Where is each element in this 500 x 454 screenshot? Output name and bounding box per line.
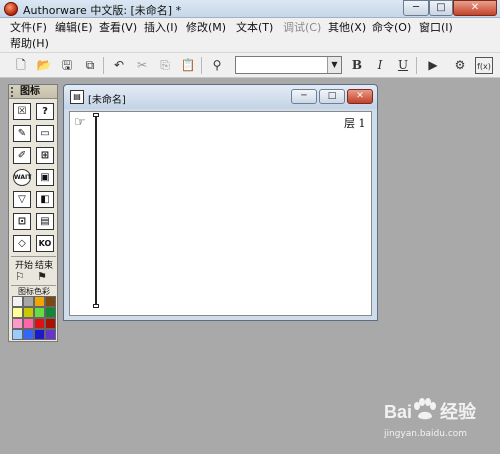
digital-movie-icon[interactable]: ⊡: [13, 213, 31, 230]
maximize-button[interactable]: □: [429, 0, 453, 16]
icon-color-swatch[interactable]: [23, 329, 34, 340]
paste-icon[interactable]: 📋: [179, 57, 197, 74]
icon-palette-title: 图标: [20, 86, 40, 97]
icon-color-swatch[interactable]: [12, 307, 23, 318]
new-file-icon[interactable]: 🗋: [12, 57, 30, 74]
menu-help[interactable]: 帮助(H): [10, 36, 49, 52]
window-title: Authorware 中文版: [未命名] *: [23, 4, 182, 17]
copy-icon[interactable]: ⎘: [156, 57, 174, 74]
menu-bar: 文件(F) 编辑(E) 查看(V) 插入(I) 修改(M) 文本(T) 调试(C…: [0, 18, 500, 53]
icon-color-swatch[interactable]: [23, 318, 34, 329]
italic-button[interactable]: I: [371, 57, 389, 74]
icon-color-swatch[interactable]: [23, 307, 34, 318]
erase-icon[interactable]: ✎: [13, 125, 31, 142]
framework-icon[interactable]: ⊞: [36, 147, 54, 164]
menu-edit[interactable]: 编辑(E): [55, 20, 93, 36]
flowline-canvas[interactable]: ☞ 层 1: [69, 111, 372, 316]
import-icon[interactable]: ⧉: [81, 57, 99, 74]
doc-minimize-button[interactable]: ─: [291, 89, 317, 104]
icon-color-swatch[interactable]: [34, 296, 45, 307]
icon-color-swatch[interactable]: [34, 329, 45, 340]
doc-maximize-button[interactable]: □: [319, 89, 345, 104]
find-icon[interactable]: ⚲: [208, 57, 226, 74]
icon-color-swatch[interactable]: [12, 329, 23, 340]
flowline-window-titlebar[interactable]: ▤ [未命名] ─ □ ✕: [64, 85, 377, 109]
close-button[interactable]: ✕: [453, 0, 497, 16]
app-title-bar[interactable]: Authorware 中文版: [未命名] * ─ □ ✕: [0, 0, 500, 18]
icon-color-swatch[interactable]: [12, 296, 23, 307]
flowline[interactable]: [95, 116, 97, 306]
calculation-icon[interactable]: ▽: [13, 191, 31, 208]
sound-icon[interactable]: ▤: [36, 213, 54, 230]
watermark-logo-left: Bai: [384, 402, 413, 422]
video-icon[interactable]: ◇: [13, 235, 31, 252]
motion-icon[interactable]: ?: [36, 103, 54, 120]
chevron-down-icon[interactable]: ▼: [327, 57, 341, 73]
decision-icon[interactable]: WAIT: [13, 169, 31, 186]
menu-file[interactable]: 文件(F): [10, 20, 47, 36]
interaction-icon[interactable]: ▣: [36, 169, 54, 186]
end-flag-icon[interactable]: ⚑: [37, 271, 53, 283]
display-icon[interactable]: ☒: [13, 103, 31, 120]
undo-icon[interactable]: ↶: [110, 57, 128, 74]
icon-color-swatch[interactable]: [45, 318, 56, 329]
functions-icon[interactable]: f(x): [475, 57, 493, 74]
menu-other[interactable]: 其他(X): [328, 20, 366, 36]
menu-text[interactable]: 文本(T): [236, 20, 273, 36]
icon-color-swatch[interactable]: [45, 296, 56, 307]
flowline-end-marker: [93, 304, 99, 308]
paste-hand-icon: ☞: [74, 115, 86, 130]
menu-commands[interactable]: 命令(O): [372, 20, 411, 36]
grip-icon[interactable]: [11, 87, 17, 97]
icon-color-swatch[interactable]: [34, 307, 45, 318]
control-panel-icon[interactable]: ⚙: [451, 57, 469, 74]
save-all-icon[interactable]: 🖫: [58, 57, 76, 74]
wait-icon[interactable]: ▭: [36, 125, 54, 142]
navigate-icon[interactable]: ✐: [13, 147, 31, 164]
baidu-watermark-url: jingyan.baidu.com: [384, 429, 468, 439]
start-flag-icon[interactable]: ⚐: [15, 271, 31, 283]
authorware-app-icon: [4, 2, 18, 16]
flowline-window: ▤ [未命名] ─ □ ✕ ☞ 层 1: [63, 84, 378, 321]
menu-view[interactable]: 查看(V): [99, 20, 137, 36]
flowline-window-title: [未命名]: [88, 95, 126, 106]
menu-debug[interactable]: 调试(C): [283, 20, 321, 36]
watermark-logo-right: 经验: [440, 402, 477, 422]
bold-button[interactable]: B: [348, 57, 366, 74]
icon-palette-header[interactable]: 图标: [9, 85, 57, 99]
run-icon[interactable]: ▶: [424, 57, 442, 74]
icon-color-swatch[interactable]: [23, 296, 34, 307]
open-folder-icon[interactable]: 📂: [35, 57, 53, 74]
cut-icon[interactable]: ✂: [133, 57, 151, 74]
map-icon[interactable]: ◧: [36, 191, 54, 208]
icon-color-swatch[interactable]: [45, 329, 56, 340]
baidu-paw-icon: [414, 398, 436, 420]
icon-palette: 图标 ☒ ? ✎ ▭ ✐ ⊞ WAIT ▣ ▽ ◧ ⊡ ▤ ◇ KO 开始 结束…: [8, 84, 58, 342]
minimize-button[interactable]: ─: [403, 0, 429, 16]
underline-button[interactable]: U: [394, 57, 412, 74]
doc-close-button[interactable]: ✕: [347, 89, 373, 104]
knowledge-object-icon[interactable]: KO: [36, 235, 54, 252]
icon-color-swatch[interactable]: [34, 318, 45, 329]
text-style-combo[interactable]: ▼: [235, 56, 342, 74]
menu-window[interactable]: 窗口(I): [419, 20, 453, 36]
layer-label: 层 1: [344, 117, 366, 130]
flowline-window-icon: ▤: [70, 90, 84, 104]
icon-color-swatch[interactable]: [12, 318, 23, 329]
icon-color-swatch[interactable]: [45, 307, 56, 318]
menu-insert[interactable]: 插入(I): [144, 20, 178, 36]
menu-modify[interactable]: 修改(M): [186, 20, 226, 36]
